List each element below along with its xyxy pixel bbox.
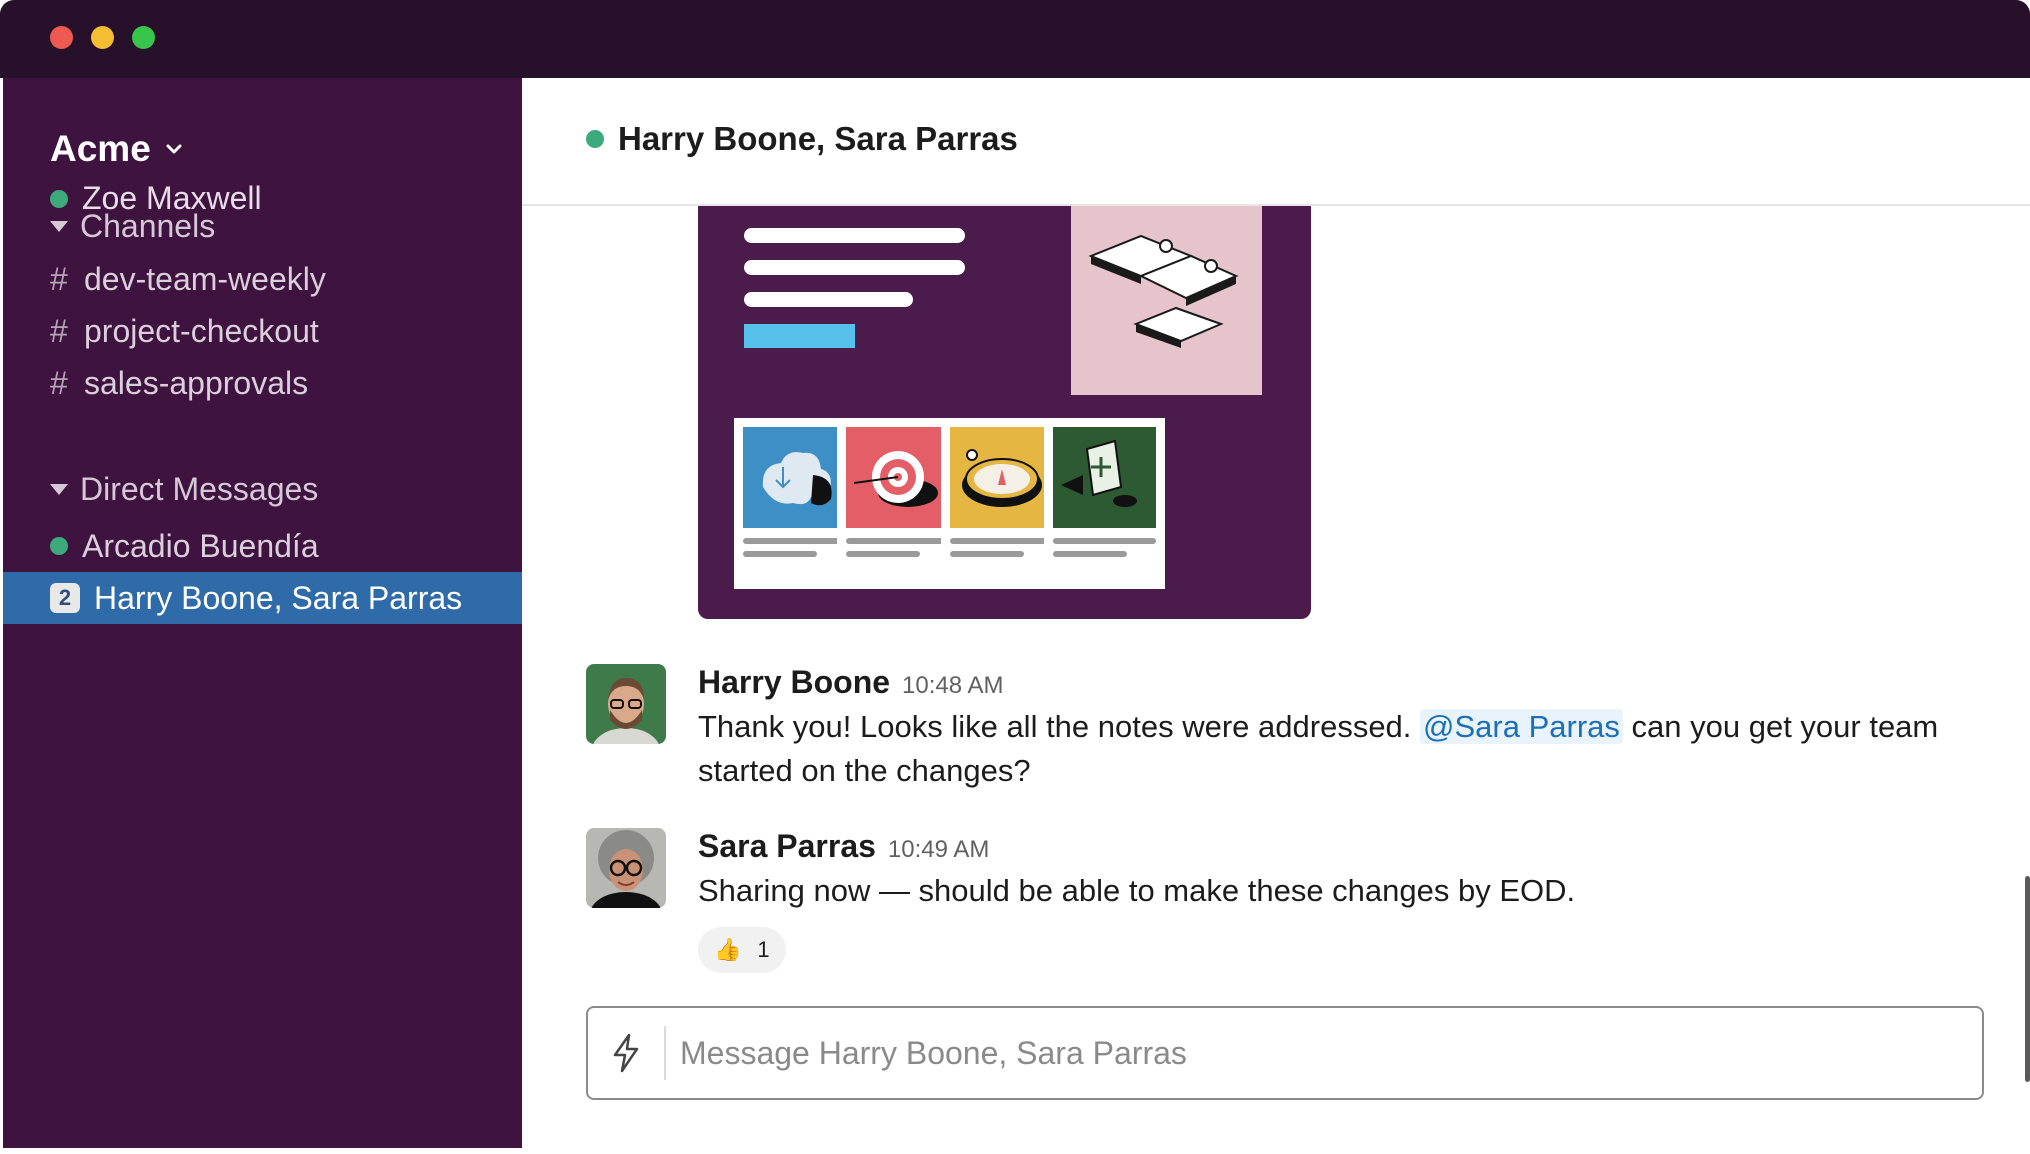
puzzle-illustration <box>1071 206 1262 395</box>
presence-online-icon <box>50 537 68 555</box>
sidebar-item-project-checkout[interactable]: # project-checkout <box>3 305 522 357</box>
target-icon <box>846 427 949 528</box>
caret-down-icon <box>50 221 68 232</box>
text-line <box>744 260 965 275</box>
template-card[interactable] <box>1044 418 1165 589</box>
member-count-badge: 2 <box>50 583 80 613</box>
presence-online-icon <box>50 189 68 208</box>
message-text: Thank you! Looks like all the notes were… <box>698 705 1998 793</box>
sender-name[interactable]: Sara Parras <box>698 828 876 865</box>
reaction-thumbs-up[interactable]: 👍 1 <box>698 927 786 973</box>
text-line <box>846 538 949 544</box>
channel-name: dev-team-weekly <box>84 260 326 297</box>
workspace-switcher[interactable]: Acme <box>50 128 185 170</box>
text-line <box>743 551 817 557</box>
conversation-pane: Harry Boone, Sara Parras Harry Boone 10:… <box>522 78 2030 1148</box>
workspace-name: Acme <box>50 128 151 169</box>
channels-section-toggle[interactable]: Channels <box>50 208 215 245</box>
scrollbar[interactable] <box>2025 876 2030 1082</box>
message-text-part: Thank you! Looks like all the notes were… <box>698 709 1421 744</box>
avatar[interactable] <box>586 664 666 744</box>
cta-bar <box>744 324 855 348</box>
hash-icon: # <box>50 260 68 297</box>
channel-name: sales-approvals <box>84 364 309 401</box>
cloud-download-icon <box>743 427 846 528</box>
shared-image-preview[interactable] <box>698 206 1311 619</box>
message-input[interactable] <box>680 1034 1880 1072</box>
text-line <box>744 292 913 307</box>
timestamp[interactable]: 10:49 AM <box>888 836 989 864</box>
minimize-window-button[interactable] <box>91 26 114 49</box>
text-line <box>1053 538 1156 544</box>
dm-section-toggle[interactable]: Direct Messages <box>50 471 318 508</box>
hash-icon: # <box>50 312 68 349</box>
caret-down-icon <box>50 484 68 495</box>
text-line <box>950 551 1024 557</box>
sidebar-item-dev-team-weekly[interactable]: # dev-team-weekly <box>3 253 522 305</box>
text-line <box>846 551 920 557</box>
sidebar: Acme Zoe Maxwell Channels # dev-team-wee… <box>3 78 522 1148</box>
close-window-button[interactable] <box>50 26 73 49</box>
thumbs-up-icon: 👍 <box>714 937 742 962</box>
add-document-icon <box>1053 427 1156 528</box>
conversation-title[interactable]: Harry Boone, Sara Parras <box>586 120 1018 158</box>
conversation-title-text: Harry Boone, Sara Parras <box>618 120 1018 157</box>
text-line <box>744 228 965 243</box>
timestamp[interactable]: 10:48 AM <box>902 672 1003 700</box>
dm-name: Harry Boone, Sara Parras <box>94 579 463 616</box>
dm-header: Direct Messages <box>80 471 319 507</box>
sidebar-item-arcadio-buendia[interactable]: Arcadio Buendía <box>3 520 522 572</box>
conversation-header: Harry Boone, Sara Parras <box>522 78 2030 206</box>
lightning-bolt-icon <box>613 1033 639 1073</box>
channels-header: Channels <box>80 208 216 244</box>
channel-name: project-checkout <box>84 312 319 349</box>
hash-icon: # <box>50 364 68 401</box>
template-card[interactable] <box>837 418 958 589</box>
shortcuts-button[interactable] <box>588 1026 666 1080</box>
chevron-down-icon <box>166 144 182 154</box>
text-line <box>743 538 846 544</box>
user-mention[interactable]: @Sara Parras <box>1420 709 1623 744</box>
message-composer <box>586 1006 1984 1100</box>
sender-name[interactable]: Harry Boone <box>698 664 890 701</box>
avatar[interactable] <box>586 828 666 908</box>
sidebar-item-sales-approvals[interactable]: # sales-approvals <box>3 357 522 409</box>
window-titlebar <box>0 0 2030 78</box>
dm-name: Arcadio Buendía <box>82 527 319 564</box>
presence-online-icon <box>586 130 604 148</box>
sidebar-item-harry-boone-sara-parras[interactable]: 2 Harry Boone, Sara Parras <box>3 572 522 624</box>
reaction-count: 1 <box>757 937 770 962</box>
text-line <box>1053 551 1127 557</box>
zoom-window-button[interactable] <box>132 26 155 49</box>
compass-icon <box>950 427 1053 528</box>
text-line <box>950 538 1053 544</box>
message-text: Sharing now — should be able to make the… <box>698 873 1576 908</box>
